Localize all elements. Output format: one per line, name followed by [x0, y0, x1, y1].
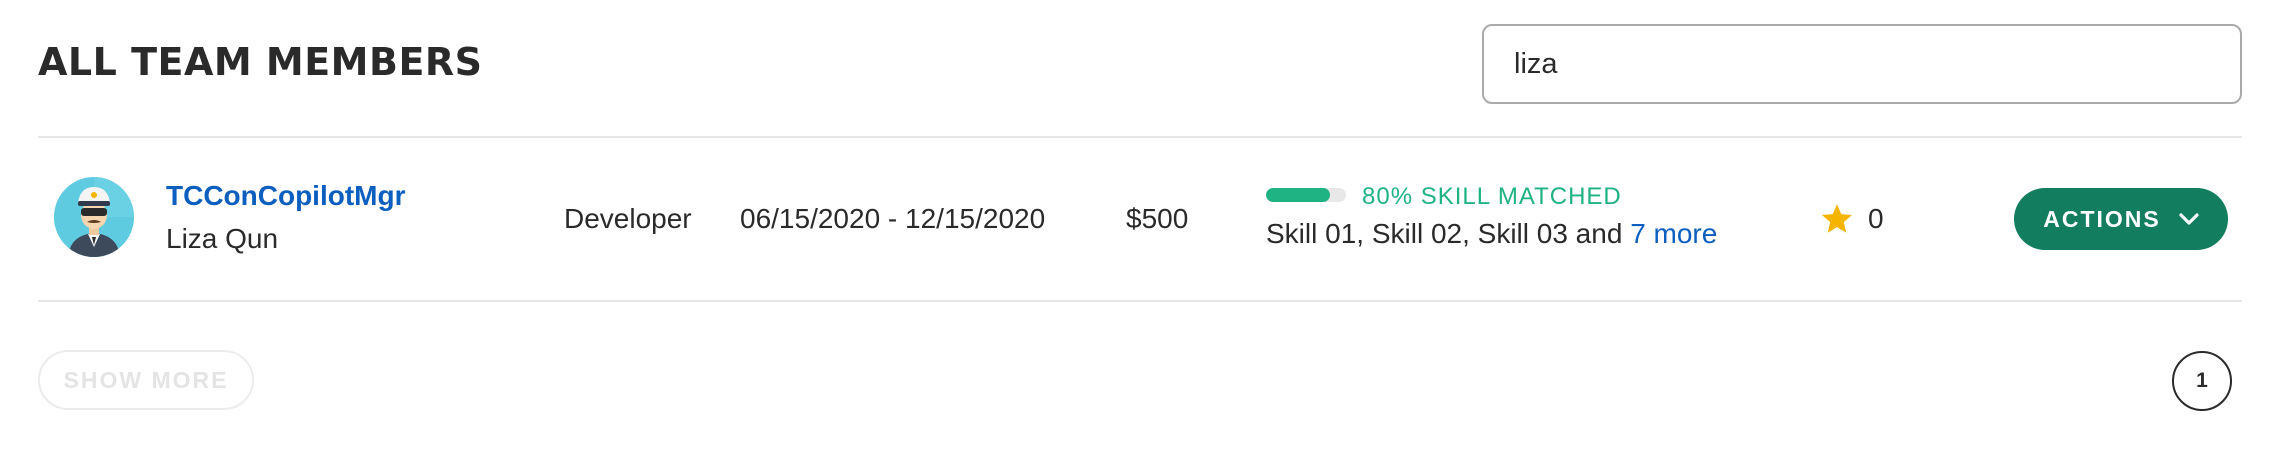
avatar	[54, 177, 134, 257]
pagination-page-1[interactable]: 1	[2172, 351, 2232, 411]
skills-list: Skill 01, Skill 02, Skill 03 and 7 more	[1266, 218, 1717, 250]
copilot-avatar-icon	[54, 177, 134, 257]
skills-text: Skill 01, Skill 02, Skill 03 and	[1266, 218, 1631, 249]
chevron-down-icon	[2179, 213, 2199, 225]
show-more-button[interactable]: SHOW MORE	[38, 350, 254, 410]
divider	[38, 136, 2242, 138]
skill-match-progress-bar	[1266, 188, 1346, 202]
star-icon	[1821, 204, 1853, 233]
search-input[interactable]	[1482, 24, 2242, 104]
page-title: ALL TEAM MEMBERS	[38, 40, 483, 84]
member-dates: 06/15/2020 - 12/15/2020	[740, 203, 1046, 234]
member-rate: $500	[1126, 203, 1189, 234]
actions-button[interactable]: ACTIONS	[2014, 188, 2228, 250]
member-handle-link[interactable]: TCConCopilotMgr	[166, 180, 406, 212]
member-role: Developer	[564, 203, 692, 234]
actions-button-label: ACTIONS	[2043, 205, 2161, 232]
member-name: Liza Qun	[166, 223, 279, 254]
more-skills-link[interactable]: 7 more	[1630, 218, 1717, 249]
member-rating: 0	[1868, 203, 1884, 234]
skill-match-progress-fill	[1266, 188, 1330, 202]
skill-match-label: 80% SKILL MATCHED	[1362, 183, 1622, 210]
divider	[38, 300, 2242, 302]
